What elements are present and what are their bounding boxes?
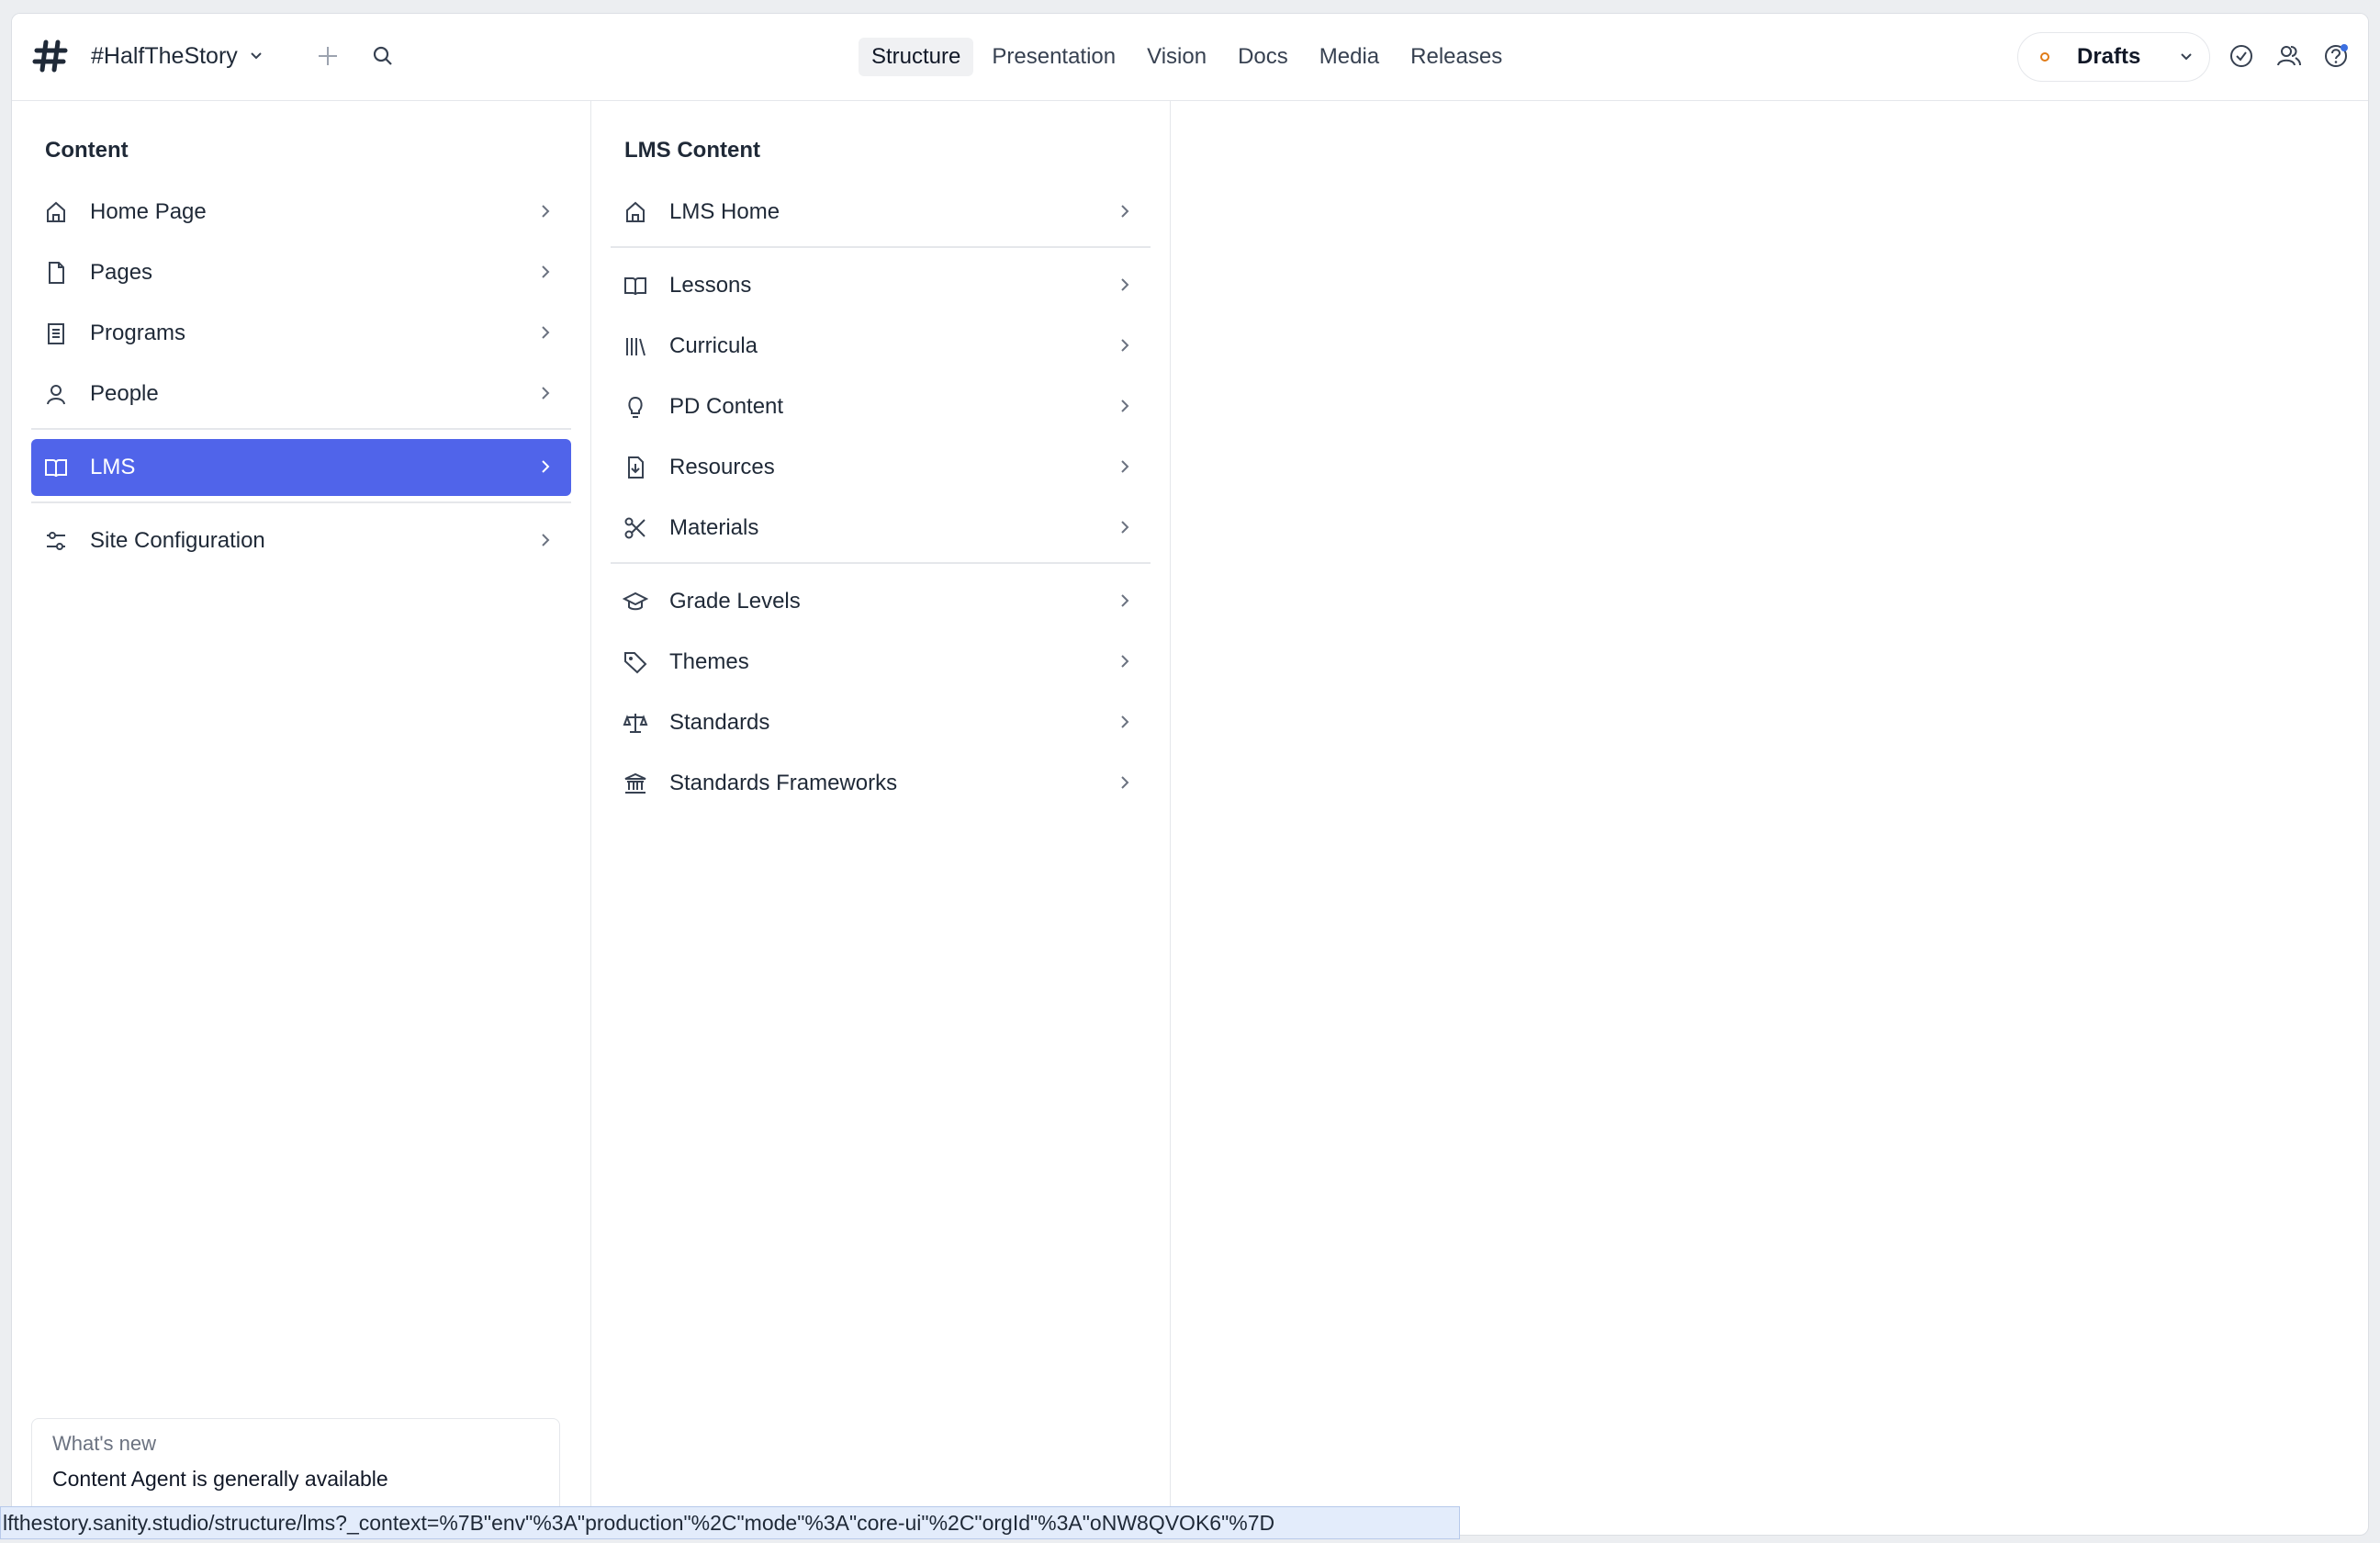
workspace-name: #HalfTheStory [91, 42, 238, 69]
item-label: Home Page [90, 199, 207, 224]
bank-icon [622, 770, 649, 797]
drafts-perspective-button[interactable]: Drafts [2017, 32, 2210, 82]
item-label: Standards [669, 710, 770, 735]
chevron-right-icon [1116, 457, 1134, 476]
content-item-site-configuration[interactable]: Site Configuration [31, 512, 571, 569]
lms-item-curricula[interactable]: Curricula [611, 318, 1151, 375]
pane-title: Content [45, 138, 129, 163]
item-label: Programs [90, 321, 186, 345]
item-label: Themes [669, 649, 749, 674]
lms-item-pd-content[interactable]: PD Content [611, 378, 1151, 435]
nav-presentation[interactable]: Presentation [979, 38, 1128, 76]
check-circle-icon[interactable] [2225, 39, 2258, 73]
lms-item-materials[interactable]: Materials [611, 500, 1151, 557]
item-label: Curricula [669, 333, 758, 358]
item-label: Pages [90, 260, 153, 285]
help-icon[interactable] [2320, 39, 2353, 73]
lms-item-themes[interactable]: Themes [611, 634, 1151, 691]
lms-item-lessons[interactable]: Lessons [611, 257, 1151, 314]
nav-releases[interactable]: Releases [1398, 38, 1515, 76]
lms-item-standards-frameworks[interactable]: Standards Frameworks [611, 755, 1151, 812]
item-label: Grade Levels [669, 589, 801, 614]
library-icon [622, 332, 649, 360]
item-label: Site Configuration [90, 528, 265, 553]
whats-new-text: Content Agent is generally available [52, 1467, 388, 1491]
divider [31, 501, 571, 503]
home-icon [622, 198, 649, 226]
download-doc-icon [622, 454, 649, 481]
divider [611, 562, 1151, 564]
chevron-right-icon [536, 531, 555, 549]
chevron-right-icon [1116, 276, 1134, 294]
graduation-cap-icon [622, 588, 649, 615]
book-icon [42, 454, 70, 481]
draft-status-dot [2040, 52, 2049, 62]
nav-vision[interactable]: Vision [1134, 38, 1219, 76]
item-label: LMS Home [669, 199, 780, 224]
content-item-lms[interactable]: LMS [31, 439, 571, 496]
content-item-people[interactable]: People [31, 366, 571, 422]
chevron-down-icon [2176, 47, 2196, 67]
chevron-right-icon [1116, 713, 1134, 731]
home-icon [42, 198, 70, 226]
lms-content-pane: LMS Content LMS Home Lessons Curricula P… [591, 101, 1171, 1535]
divider [31, 428, 571, 430]
user-icon [42, 380, 70, 408]
lms-content-list: LMS Home Lessons Curricula PD Content Re… [611, 184, 1151, 816]
lms-item-standards[interactable]: Standards [611, 694, 1151, 751]
scissors-icon [622, 514, 649, 542]
content-item-home-page[interactable]: Home Page [31, 184, 571, 241]
whats-new-heading: What's new [52, 1432, 157, 1455]
users-icon[interactable] [2273, 39, 2306, 73]
item-label: People [90, 381, 159, 406]
studio-window: #HalfTheStory Structure Presentation Vis… [11, 13, 2369, 1536]
lms-item-resources[interactable]: Resources [611, 439, 1151, 496]
item-label: Resources [669, 455, 775, 479]
item-label: Materials [669, 515, 759, 540]
chevron-right-icon [536, 384, 555, 402]
chevron-right-icon [1116, 336, 1134, 355]
content-pane: Content Home Page Pages Programs People [12, 101, 591, 1535]
chevron-right-icon [1116, 397, 1134, 415]
item-label: PD Content [669, 394, 784, 419]
lms-item-lms-home[interactable]: LMS Home [611, 184, 1151, 241]
controls-icon [42, 527, 70, 555]
chevron-right-icon [1116, 652, 1134, 670]
plus-icon[interactable] [311, 39, 344, 73]
chevron-right-icon [536, 457, 555, 476]
search-icon[interactable] [366, 39, 399, 73]
tag-icon [622, 648, 649, 676]
link-url-status: lfthestory.sanity.studio/structure/lms?_… [0, 1506, 1460, 1539]
scale-icon [622, 709, 649, 737]
main-nav: Structure Presentation Vision Docs Media… [859, 38, 1515, 76]
chevron-right-icon [1116, 591, 1134, 610]
content-list: Home Page Pages Programs People LMS Site… [31, 184, 571, 573]
drafts-label: Drafts [2077, 44, 2141, 69]
hash-icon[interactable] [32, 38, 69, 74]
chevron-right-icon [1116, 773, 1134, 792]
divider [611, 246, 1151, 248]
item-label: LMS [90, 455, 136, 479]
content-item-programs[interactable]: Programs [31, 305, 571, 362]
pane-title: LMS Content [624, 138, 760, 163]
item-label: Lessons [669, 273, 752, 298]
workspace-switcher[interactable]: #HalfTheStory [91, 38, 265, 74]
chevron-right-icon [536, 202, 555, 220]
nav-structure[interactable]: Structure [859, 38, 974, 76]
book-icon [622, 272, 649, 299]
chevron-right-icon [1116, 202, 1134, 220]
lms-item-grade-levels[interactable]: Grade Levels [611, 573, 1151, 630]
bulb-icon [622, 393, 649, 421]
document-icon [42, 259, 70, 287]
chevron-right-icon [1116, 518, 1134, 536]
chevron-right-icon [536, 323, 555, 342]
list-doc-icon [42, 320, 70, 347]
nav-docs[interactable]: Docs [1225, 38, 1301, 76]
content-item-pages[interactable]: Pages [31, 244, 571, 301]
top-header: #HalfTheStory Structure Presentation Vis… [12, 14, 2368, 101]
chevron-right-icon [536, 263, 555, 281]
chevron-down-icon [247, 47, 265, 65]
nav-media[interactable]: Media [1307, 38, 1392, 76]
item-label: Standards Frameworks [669, 771, 898, 795]
